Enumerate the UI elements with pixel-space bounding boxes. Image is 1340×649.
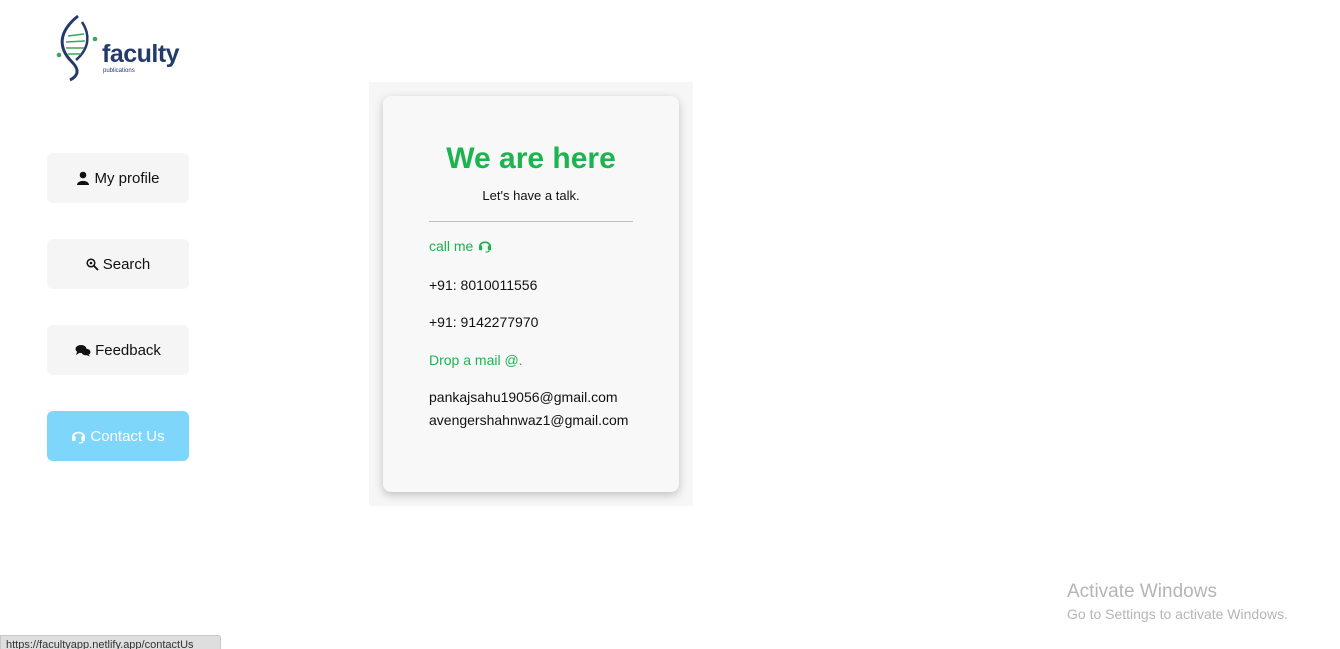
nav-my-profile-label: My profile — [94, 169, 160, 187]
card-title: We are here — [446, 142, 616, 175]
logo-tagline: publications — [103, 68, 135, 74]
call-me-text: call me — [429, 238, 474, 254]
headset-icon — [71, 429, 86, 444]
user-icon — [76, 171, 90, 185]
nav-my-profile-button[interactable]: My profile — [47, 153, 189, 203]
nav-search-label: Search — [102, 255, 151, 273]
phone-number-2[interactable]: +91: 9142277970 — [429, 314, 538, 330]
drop-mail-label: Drop a mail @. — [429, 352, 523, 368]
windows-activation-title: Activate Windows — [1067, 581, 1217, 602]
comments-icon — [75, 344, 91, 357]
dna-logo-icon — [56, 14, 98, 82]
nav-feedback-label: Feedback — [95, 341, 161, 359]
email-address-1[interactable]: pankajsahu19056@gmail.com — [429, 389, 618, 405]
headset-icon — [478, 239, 492, 253]
contact-card-container: We are here Let's have a talk. call me +… — [369, 82, 693, 506]
email-address-2[interactable]: avengershahnwaz1@gmail.com — [429, 412, 628, 428]
faculty-logo[interactable]: faculty publications — [52, 14, 182, 82]
page: faculty publications My profile Search F… — [0, 0, 1340, 649]
phone-number-1[interactable]: +91: 8010011556 — [429, 277, 537, 293]
contact-card: We are here Let's have a talk. call me +… — [383, 96, 679, 492]
windows-activation-subtitle: Go to Settings to activate Windows. — [1067, 606, 1288, 622]
nav-feedback-button[interactable]: Feedback — [47, 325, 189, 375]
link-status-bar: https://facultyapp.netlify.app/contactUs — [0, 635, 221, 649]
nav-contact-us-button[interactable]: Contact Us — [47, 411, 189, 461]
nav-contact-us-label: Contact Us — [90, 427, 165, 445]
call-me-label: call me — [429, 238, 492, 254]
logo-wordmark: faculty — [102, 40, 180, 68]
nav-search-button[interactable]: Search — [47, 239, 189, 289]
card-divider — [429, 221, 633, 222]
search-icon — [86, 257, 99, 271]
card-subtitle: Let's have a talk. — [482, 188, 580, 203]
